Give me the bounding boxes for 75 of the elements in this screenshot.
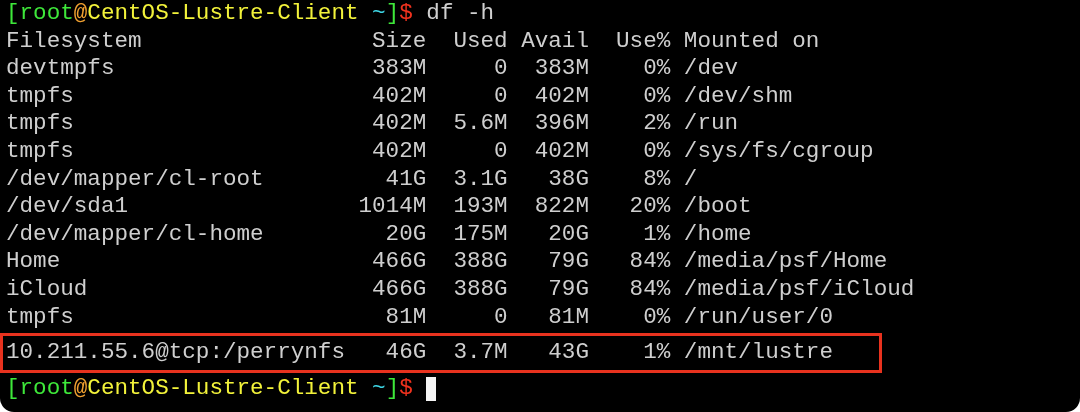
table-cell-text: 402M — [371, 137, 427, 166]
column-header: Size — [371, 27, 427, 56]
table-cell-text: 383M — [533, 55, 589, 83]
table-cell: /media/psf/iCloud — [683, 275, 915, 304]
table-cell-text: 84% — [628, 248, 671, 276]
table-cell-text: tmpfs — [6, 137, 75, 166]
table-cell: /dev — [683, 55, 739, 83]
table-cell-text: 0 — [493, 137, 508, 166]
table-cell-text: 20G — [384, 220, 427, 249]
table-cell-text: 38G — [547, 165, 589, 194]
table-cell-text: 1% — [642, 339, 671, 367]
table-cell-text: 175M — [452, 220, 508, 249]
table-cell-text: 388G — [452, 275, 508, 304]
table-cell-text: 383M — [371, 55, 427, 83]
table-cell-text: 79G — [547, 248, 589, 276]
table-cell-text: /dev/mapper/cl-root — [6, 165, 265, 194]
table-cell-text: 402M — [533, 137, 589, 166]
table-cell-text: 79G — [547, 275, 589, 304]
table-cell-text: 43G — [547, 339, 589, 367]
table-cell-text: 0% — [642, 82, 671, 111]
table-cell: /dev/shm — [683, 82, 793, 111]
table-cell-text: 84% — [628, 275, 671, 304]
table-cell-text: 466G — [371, 248, 427, 276]
table-cell: /mnt/lustre — [683, 339, 833, 367]
table-cell: / — [683, 165, 698, 194]
table-cell: /media/psf/Home — [683, 248, 888, 276]
table-cell-text: 402M — [371, 82, 427, 111]
table-cell-text: 8% — [642, 165, 671, 194]
table-cell-text: /dev/sda1 — [6, 193, 130, 221]
table-cell-text: Home — [6, 248, 62, 276]
table-cell-text: 402M — [533, 82, 589, 111]
table-cell-text: 822M — [533, 193, 589, 221]
table-cell-text: 402M — [371, 110, 427, 138]
table-cell-text: 0 — [493, 303, 508, 332]
column-header: Use% — [615, 27, 671, 56]
table-cell-text: 193M — [452, 193, 508, 221]
table-cell-text: 81M — [547, 303, 589, 332]
table-cell-text: 0 — [493, 55, 508, 83]
table-cell: 1014M — [358, 193, 427, 221]
column-header: Used — [452, 27, 508, 56]
column-header: Mounted on — [683, 27, 820, 56]
column-header: Filesystem — [6, 27, 143, 56]
shell-prompt: [root@CentOS-Lustre-Client ~]$ — [6, 374, 413, 403]
column-header: Avail — [521, 27, 589, 56]
table-cell-text: tmpfs — [6, 303, 75, 332]
table-cell-text: 388G — [452, 248, 508, 276]
table-cell: /run/user/0 — [683, 303, 833, 332]
table-cell-text: 3.1G — [452, 165, 508, 194]
table-cell-text: tmpfs — [6, 82, 75, 111]
table-cell-text: 5.6M — [452, 110, 508, 138]
table-cell-text: /dev/mapper/cl-home — [6, 220, 265, 249]
table-cell-text: 0% — [642, 303, 671, 332]
table-cell: /home — [683, 220, 752, 249]
table-cell-text: 0 — [493, 82, 508, 111]
shell-prompt: [root@CentOS-Lustre-Client ~]$ — [6, 0, 413, 28]
table-cell-text: 0% — [642, 137, 671, 166]
table-cell-text: 20% — [628, 193, 671, 221]
table-cell: /boot — [683, 193, 752, 221]
table-cell-text: 1% — [642, 220, 671, 249]
table-cell: /sys/fs/cgroup — [683, 137, 874, 166]
table-cell-text: 20G — [547, 220, 589, 249]
command-text: df -h — [426, 0, 495, 28]
table-cell-text: iCloud — [6, 275, 89, 304]
table-cell-text: 0% — [642, 55, 671, 83]
table-cell-text: 46G — [384, 339, 427, 367]
table-cell-text: 81M — [384, 303, 427, 332]
table-cell-text: 466G — [371, 275, 427, 304]
table-cell-text: 396M — [533, 110, 589, 138]
table-cell-text: 3.7M — [452, 339, 508, 367]
table-cell-text: 2% — [642, 110, 671, 138]
table-cell: /run — [683, 110, 739, 138]
table-cell-text: 41G — [384, 165, 427, 194]
table-cell-text: devtmpfs — [6, 55, 116, 83]
table-cell-text: 10.211.55.6@tcp:/perrynfs — [6, 339, 346, 367]
table-cell-text: tmpfs — [6, 110, 75, 138]
